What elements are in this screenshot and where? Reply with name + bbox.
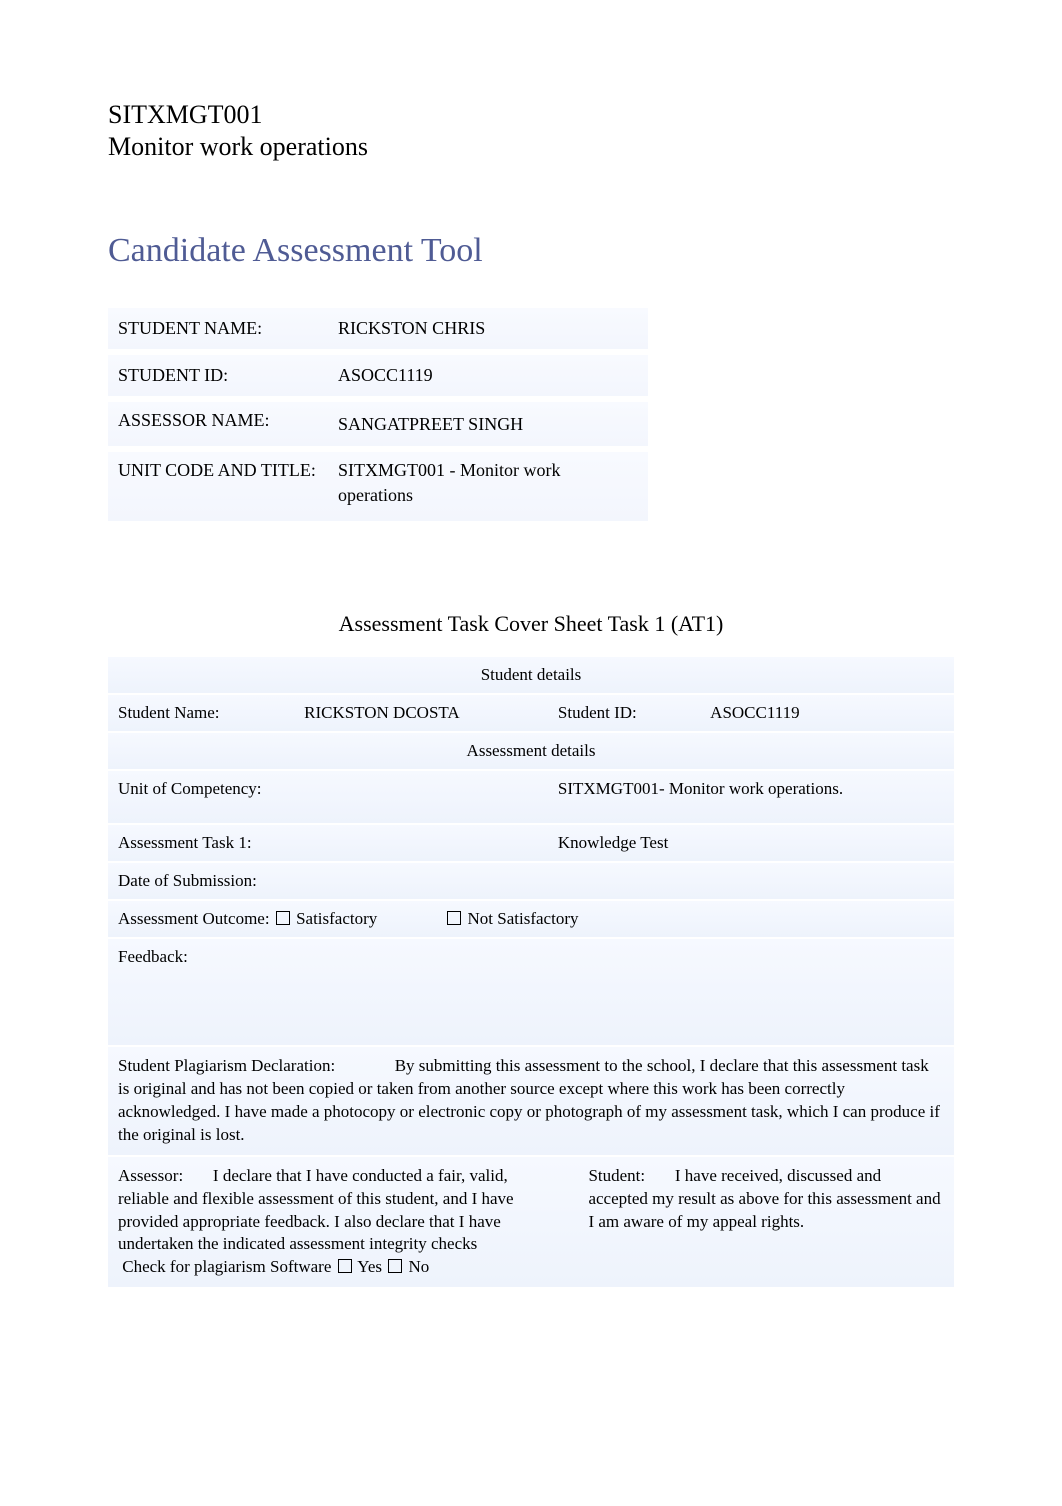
table-student-name-value: RICKSTON DCOSTA [294, 695, 548, 731]
student-name-label: STUDENT NAME: [108, 308, 328, 352]
page-title: Candidate Assessment Tool [108, 232, 954, 270]
document-page: SITXMGT001 Monitor work operations Candi… [0, 0, 1062, 1506]
unit-name: Monitor work operations [108, 132, 954, 162]
task1-value: Knowledge Test [548, 825, 954, 861]
unit-code: SITXMGT001 [108, 100, 954, 130]
checkbox-satisfactory[interactable] [276, 911, 290, 925]
table-student-id-label: Student ID: [548, 695, 700, 731]
student-details-header: Student details [108, 657, 954, 693]
student-declaration: Student: I have received, discussed and … [588, 1165, 944, 1280]
feedback-cell: Feedback: [108, 939, 954, 1045]
unit-competency-value: SITXMGT001- Monitor work operations. [548, 771, 954, 823]
plagiarism-declaration: Student Plagiarism Declaration: By submi… [108, 1047, 954, 1155]
assessment-table: Student details Student Name: RICKSTON D… [108, 655, 954, 1289]
task1-label: Assessment Task 1: [108, 825, 548, 861]
student-decl-label: Student: [588, 1166, 645, 1185]
table-student-name-label: Student Name: [108, 695, 294, 731]
assessor-declaration: Assessor: I declare that I have conducte… [118, 1165, 562, 1280]
assessor-name-value: SANGATPREET SINGH [328, 399, 648, 449]
unit-competency-label: Unit of Competency: [108, 771, 548, 823]
assessment-details-header: Assessment details [108, 733, 954, 769]
declarations-row: Assessor: I declare that I have conducte… [108, 1157, 954, 1288]
unit-code-title-value: SITXMGT001 - Monitor work operations [328, 449, 648, 521]
outcome-label: Assessment Outcome: [118, 909, 270, 928]
plagiarism-label: Student Plagiarism Declaration: [118, 1056, 335, 1075]
cover-sheet-heading: Assessment Task Cover Sheet Task 1 (AT1) [108, 611, 954, 637]
unit-code-title-label: UNIT CODE AND TITLE: [108, 449, 328, 521]
plag-no: No [409, 1257, 430, 1276]
assessor-decl-label: Assessor: [118, 1166, 183, 1185]
student-info-block: STUDENT NAME: RICKSTON CHRIS STUDENT ID:… [108, 308, 648, 521]
checkbox-plag-yes[interactable] [338, 1259, 352, 1273]
date-submission-value [548, 863, 954, 899]
outcome-satisfactory: Satisfactory [296, 909, 377, 928]
plag-yes: Yes [357, 1257, 382, 1276]
checkbox-plag-no[interactable] [388, 1259, 402, 1273]
table-student-id-value: ASOCC1119 [700, 695, 954, 731]
outcome-not-satisfactory: Not Satisfactory [468, 909, 579, 928]
checkbox-not-satisfactory[interactable] [447, 911, 461, 925]
feedback-label: Feedback: [118, 947, 188, 966]
plag-check-label: Check for plagiarism Software [122, 1257, 331, 1276]
student-id-value: ASOCC1119 [328, 352, 648, 399]
student-id-label: STUDENT ID: [108, 352, 328, 399]
student-name-value: RICKSTON CHRIS [328, 308, 648, 352]
assessor-name-label: ASSESSOR NAME: [108, 399, 328, 449]
date-submission-label: Date of Submission: [108, 863, 548, 899]
outcome-row: Assessment Outcome: Satisfactory Not Sat… [108, 901, 954, 937]
